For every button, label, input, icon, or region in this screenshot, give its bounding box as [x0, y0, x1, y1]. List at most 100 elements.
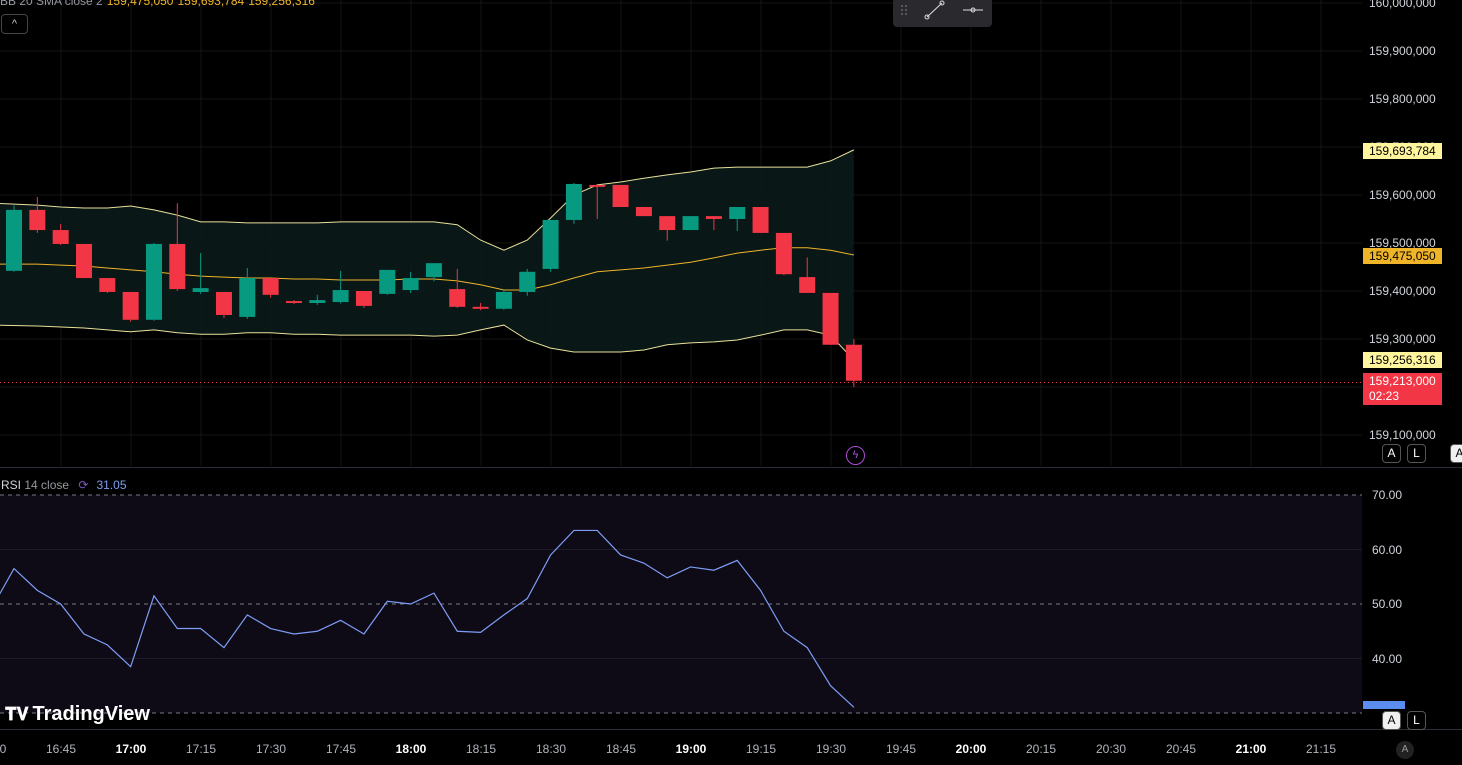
collapse-legend-button[interactable]: ^ [1, 14, 28, 34]
candle-body [799, 277, 816, 293]
time-axis-label: 0 [0, 742, 7, 756]
bb-lower-value: 159,256,316 [248, 0, 315, 8]
candle-body [729, 207, 746, 219]
candle-body [495, 291, 512, 309]
rsi-axis-label: 50.00 [1372, 597, 1403, 611]
candle-body [215, 291, 232, 315]
rsi-axis-label: 60.00 [1372, 542, 1403, 557]
rsi-value-tag [1363, 701, 1405, 709]
rsi-legend: RSI 14 close ⟳ 31.05 [1, 478, 127, 492]
time-axis-label: 19:00 [675, 742, 707, 756]
drawing-toolbar [893, 0, 992, 27]
auto-button-extra[interactable]: A [1450, 444, 1462, 463]
time-axis-label: 18:15 [465, 742, 497, 756]
candle-body [29, 209, 46, 231]
bb-legend: BB 20 SMA close 2 159,475,050 159,693,784 1… [0, 0, 315, 8]
time-axis-label: 19:30 [815, 742, 847, 756]
time-axis-label: 20:00 [955, 742, 987, 756]
candle-body [612, 184, 629, 207]
log-scale-button[interactable]: L [1407, 444, 1426, 463]
rsi-value: 31.05 [96, 478, 127, 492]
time-axis-label: 17:15 [185, 742, 217, 756]
time-axis-label: 17:00 [115, 742, 147, 756]
horizontal-ray-icon[interactable] [963, 7, 983, 13]
candle-body [262, 278, 279, 295]
trend-line-icon[interactable] [924, 0, 945, 20]
candle-body [239, 278, 256, 317]
price-axis-label: 159,100,000 [1369, 428, 1436, 442]
logo-text: TradingView [32, 703, 150, 725]
candle-body [332, 290, 349, 303]
candle-body [845, 344, 862, 381]
candle-body [822, 292, 839, 345]
time-axis-label: 18:30 [535, 742, 567, 756]
candle-body [565, 183, 582, 220]
tradingview-logo[interactable]: 𝐓𝐕 TradingView [5, 703, 150, 726]
bb-upper-value: 159,693,784 [177, 0, 245, 8]
time-axis-label: 19:15 [745, 742, 777, 756]
candle-body [752, 207, 769, 233]
rsi-axis-label: 70.00 [1372, 488, 1403, 502]
bb-middle-tag: 159,475,050 [1363, 248, 1442, 264]
candle-body [775, 232, 792, 275]
tv-logo-icon: 𝐓𝐕 [5, 704, 29, 724]
rsi-axis-label: 40.00 [1372, 651, 1403, 666]
candle-body [169, 243, 186, 290]
loading-icon: ⟳ [78, 478, 89, 492]
candle-body [75, 243, 92, 279]
candle-body [402, 278, 419, 291]
bb-lower-tag: 159,256,316 [1363, 352, 1442, 368]
auto-scale-button[interactable]: A [1382, 444, 1401, 463]
candle-body [192, 288, 209, 292]
candle-body [379, 269, 396, 294]
time-axis-label: 18:45 [605, 742, 637, 756]
candle-body [309, 300, 326, 303]
time-axis-label: 20:15 [1025, 742, 1057, 756]
drag-handle-icon[interactable] [901, 5, 907, 15]
rsi-log-scale-button[interactable]: L [1407, 711, 1426, 730]
candle-body [285, 301, 302, 303]
candle-body [589, 184, 606, 187]
bb-legend-name: BB 20 SMA close 2 [0, 0, 103, 8]
candle-body [425, 263, 442, 278]
candle-body [519, 271, 536, 292]
bar-countdown: 02:23 [1369, 389, 1400, 403]
time-axis-label: 20:45 [1165, 742, 1197, 756]
bb-upper-tag: 159,693,784 [1363, 143, 1442, 159]
time-axis-label: 17:30 [255, 742, 287, 756]
last-price: 159,213,000 [1369, 374, 1436, 388]
candle-body [449, 289, 466, 307]
time-axis-label: 21:00 [1235, 742, 1267, 756]
candle-body [659, 216, 676, 231]
candle-body [145, 243, 162, 320]
rsi-params: 14 close [24, 478, 70, 492]
candle-body [355, 291, 372, 306]
price-axis-label: 159,600,000 [1369, 188, 1436, 202]
candle-body [99, 278, 116, 292]
time-auto-button[interactable]: A [1396, 741, 1414, 759]
time-axis-label: 21:15 [1305, 742, 1337, 756]
price-axis-label: 159,400,000 [1369, 284, 1436, 298]
lightning-icon[interactable]: ϟ [846, 446, 865, 465]
candle-body [635, 207, 652, 217]
chart-canvas[interactable] [0, 0, 1462, 765]
price-axis-label: 159,300,000 [1369, 332, 1436, 346]
time-axis-label: 17:45 [325, 742, 357, 756]
time-axis-label: 18:00 [395, 742, 427, 756]
last-price-tag: 159,213,000 02:23 [1363, 373, 1442, 405]
candle-body [682, 216, 699, 231]
price-axis-label: 159,900,000 [1369, 44, 1436, 58]
time-axis-label: 20:30 [1095, 742, 1127, 756]
rsi-label: RSI [1, 478, 22, 492]
candle-body [472, 306, 489, 309]
time-axis-label: 19:45 [885, 742, 917, 756]
price-axis-label: 160,000,000 [1369, 0, 1436, 10]
candle-body [52, 230, 69, 244]
price-axis-label: 159,800,000 [1369, 92, 1436, 106]
candle-body [6, 209, 22, 271]
candle-body [122, 291, 139, 320]
rsi-auto-scale-button[interactable]: A [1382, 711, 1401, 730]
bb-basis-value: 159,475,050 [106, 0, 174, 8]
candle-body [542, 219, 559, 269]
candle-body [705, 216, 722, 219]
